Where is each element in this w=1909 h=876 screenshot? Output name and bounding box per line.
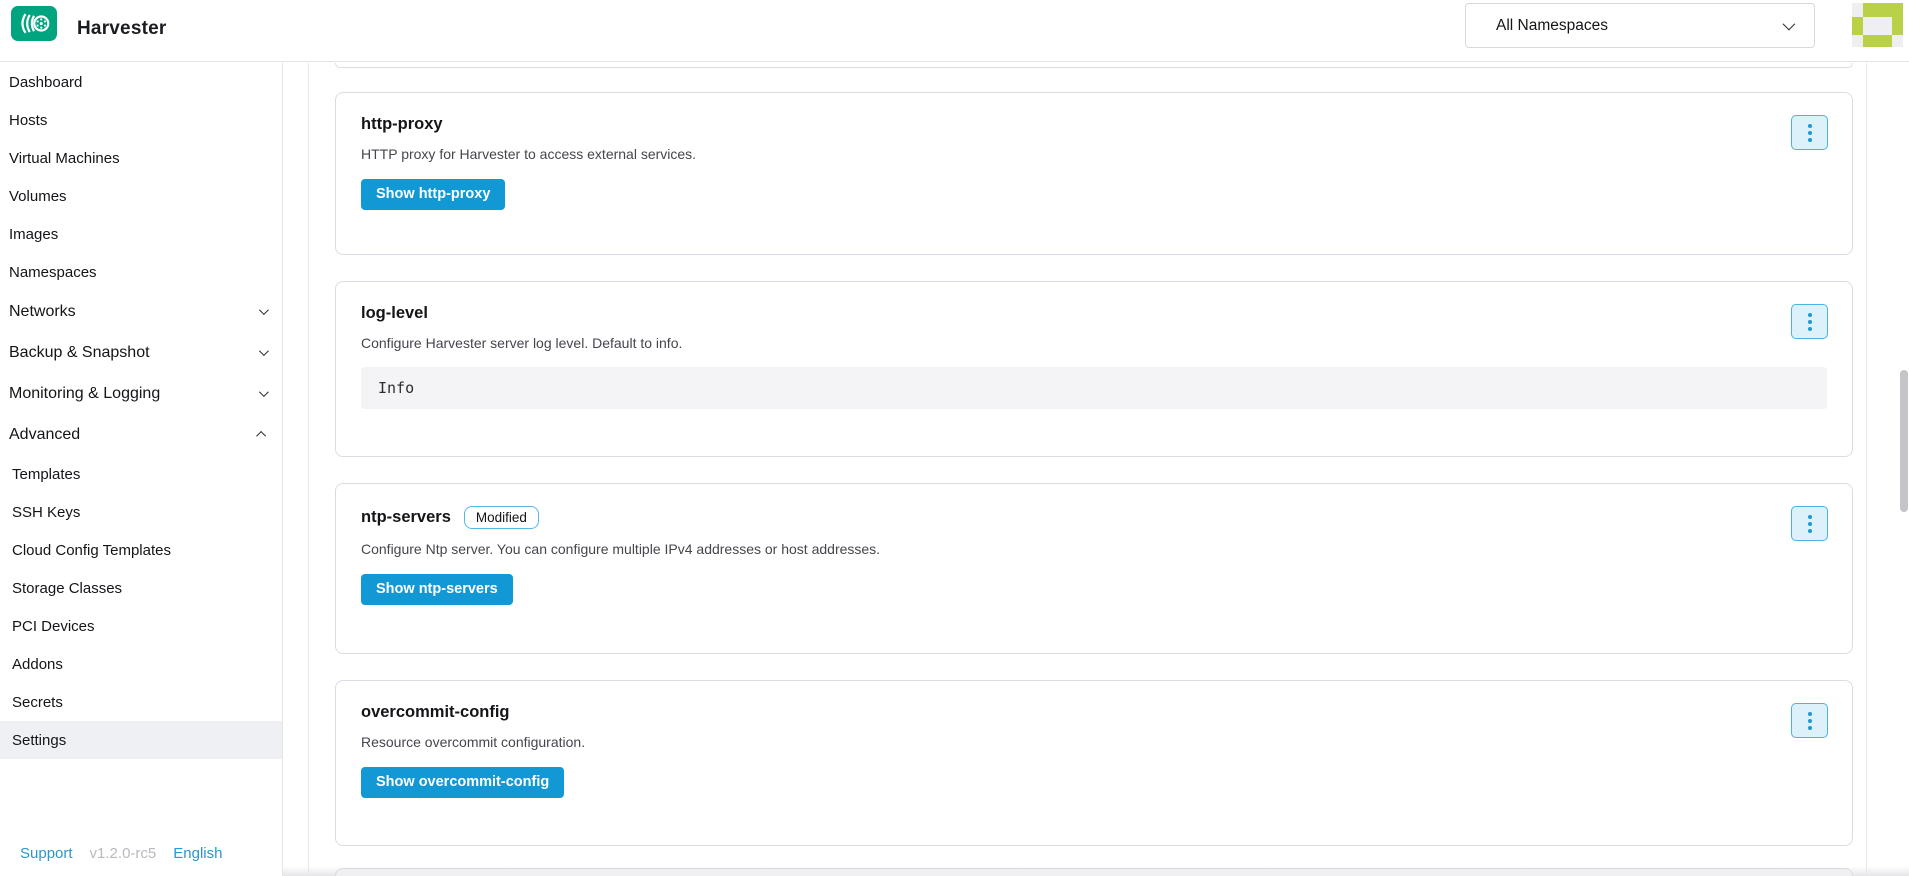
setting-card-http-proxy: http-proxy HTTP proxy for Harvester to a… xyxy=(335,92,1853,255)
avatar-cell xyxy=(1852,3,1863,17)
sidebar-item-label: Addons xyxy=(12,656,63,673)
sidebar-item-settings[interactable]: Settings xyxy=(0,721,282,759)
sidebar-item-volumes[interactable]: Volumes xyxy=(0,177,282,215)
sidebar-item-label: Virtual Machines xyxy=(9,150,120,167)
setting-value-code-block: Info xyxy=(361,367,1827,409)
avatar-cell xyxy=(1892,3,1903,17)
setting-description: HTTP proxy for Harvester to access exter… xyxy=(361,146,1827,162)
sidebar-item-pci-devices[interactable]: PCI Devices xyxy=(0,607,282,645)
sidebar-item-storage-classes[interactable]: Storage Classes xyxy=(0,569,282,607)
show-ntp-servers-button[interactable]: Show ntp-servers xyxy=(361,574,513,605)
sidebar-item-label: Storage Classes xyxy=(12,580,122,597)
sidebar-item-dashboard[interactable]: Dashboard xyxy=(0,63,282,101)
setting-card-log-level: log-level Configure Harvester server log… xyxy=(335,281,1853,457)
sidebar-item-hosts[interactable]: Hosts xyxy=(0,101,282,139)
content-left-border xyxy=(308,63,309,876)
sidebar-group-label: Backup & Snapshot xyxy=(9,344,150,362)
content-right-border xyxy=(1866,63,1867,876)
sidebar-item-ssh-keys[interactable]: SSH Keys xyxy=(0,493,282,531)
avatar-cell xyxy=(1852,35,1863,47)
sidebar-footer: Support v1.2.0-rc5 English xyxy=(20,845,222,862)
sidebar-item-label: Dashboard xyxy=(9,74,82,91)
chevron-down-icon xyxy=(1783,18,1796,31)
sidebar-item-label: Templates xyxy=(12,466,80,483)
harvester-logo[interactable] xyxy=(11,6,57,41)
show-http-proxy-button[interactable]: Show http-proxy xyxy=(361,179,505,210)
setting-actions-button[interactable] xyxy=(1791,506,1828,541)
setting-card-partial-bottom xyxy=(335,868,1853,876)
avatar-cell xyxy=(1892,35,1903,47)
setting-description: Configure Harvester server log level. De… xyxy=(361,335,1827,351)
sidebar-item-namespaces[interactable]: Namespaces xyxy=(0,253,282,291)
chevron-down-icon xyxy=(259,346,269,356)
setting-title: log-level xyxy=(361,304,428,323)
show-overcommit-config-button[interactable]: Show overcommit-config xyxy=(361,767,564,798)
setting-title: http-proxy xyxy=(361,115,443,134)
avatar-cell xyxy=(1892,17,1903,35)
setting-description: Configure Ntp server. You can configure … xyxy=(361,541,1827,557)
setting-value: Info xyxy=(378,379,414,397)
vertical-scrollbar-thumb[interactable] xyxy=(1900,370,1908,512)
setting-description: Resource overcommit configuration. xyxy=(361,734,1827,750)
sidebar-group-label: Networks xyxy=(9,303,76,321)
sidebar-item-cloud-config-templates[interactable]: Cloud Config Templates xyxy=(0,531,282,569)
setting-title: overcommit-config xyxy=(361,703,510,722)
sidebar-item-label: SSH Keys xyxy=(12,504,80,521)
sidebar-item-label: Hosts xyxy=(9,112,47,129)
sidebar-item-label: PCI Devices xyxy=(12,618,95,635)
harvester-logo-icon xyxy=(14,9,54,38)
harvester-app: Harvester All Namespaces Dashboard Hosts… xyxy=(0,0,1909,876)
avatar-cell xyxy=(1852,17,1863,35)
sidebar-group-label: Monitoring & Logging xyxy=(9,385,160,403)
sidebar: Dashboard Hosts Virtual Machines Volumes… xyxy=(0,63,283,876)
avatar-cell xyxy=(1863,17,1892,35)
support-link[interactable]: Support xyxy=(20,845,73,862)
sidebar-item-label: Settings xyxy=(12,732,66,749)
namespace-filter-dropdown[interactable]: All Namespaces xyxy=(1465,3,1815,48)
setting-actions-button[interactable] xyxy=(1791,115,1828,150)
sidebar-item-addons[interactable]: Addons xyxy=(0,645,282,683)
sidebar-item-label: Namespaces xyxy=(9,264,97,281)
language-link[interactable]: English xyxy=(173,845,222,862)
version-label: v1.2.0-rc5 xyxy=(90,845,157,862)
setting-actions-button[interactable] xyxy=(1791,304,1828,339)
chevron-up-icon xyxy=(256,431,266,441)
setting-title: ntp-servers xyxy=(361,508,451,527)
modified-badge: Modified xyxy=(464,506,539,529)
sidebar-item-secrets[interactable]: Secrets xyxy=(0,683,282,721)
sidebar-group-advanced[interactable]: Advanced xyxy=(0,414,282,455)
setting-card-overcommit-config: overcommit-config Resource overcommit co… xyxy=(335,680,1853,846)
sidebar-group-label: Advanced xyxy=(9,426,80,444)
chevron-down-icon xyxy=(259,305,269,315)
avatar-cell xyxy=(1863,3,1892,17)
setting-actions-button[interactable] xyxy=(1791,703,1828,738)
sidebar-item-label: Secrets xyxy=(12,694,63,711)
namespace-filter-value: All Namespaces xyxy=(1496,17,1783,35)
sidebar-item-label: Volumes xyxy=(9,188,67,205)
setting-card-ntp-servers: ntp-servers Modified Configure Ntp serve… xyxy=(335,483,1853,654)
sidebar-item-label: Images xyxy=(9,226,58,243)
sidebar-item-images[interactable]: Images xyxy=(0,215,282,253)
user-avatar[interactable] xyxy=(1852,3,1903,47)
sidebar-group-backup-snapshot[interactable]: Backup & Snapshot xyxy=(0,332,282,373)
sidebar-group-networks[interactable]: Networks xyxy=(0,291,282,332)
page-title: Harvester xyxy=(77,0,166,62)
avatar-cell xyxy=(1863,35,1892,47)
app-header: Harvester All Namespaces xyxy=(0,0,1909,62)
sidebar-item-templates[interactable]: Templates xyxy=(0,455,282,493)
sidebar-item-label: Cloud Config Templates xyxy=(12,542,171,559)
sidebar-item-virtual-machines[interactable]: Virtual Machines xyxy=(0,139,282,177)
sidebar-group-monitoring-logging[interactable]: Monitoring & Logging xyxy=(0,373,282,414)
chevron-down-icon xyxy=(259,387,269,397)
setting-card-partial-top xyxy=(335,63,1853,68)
